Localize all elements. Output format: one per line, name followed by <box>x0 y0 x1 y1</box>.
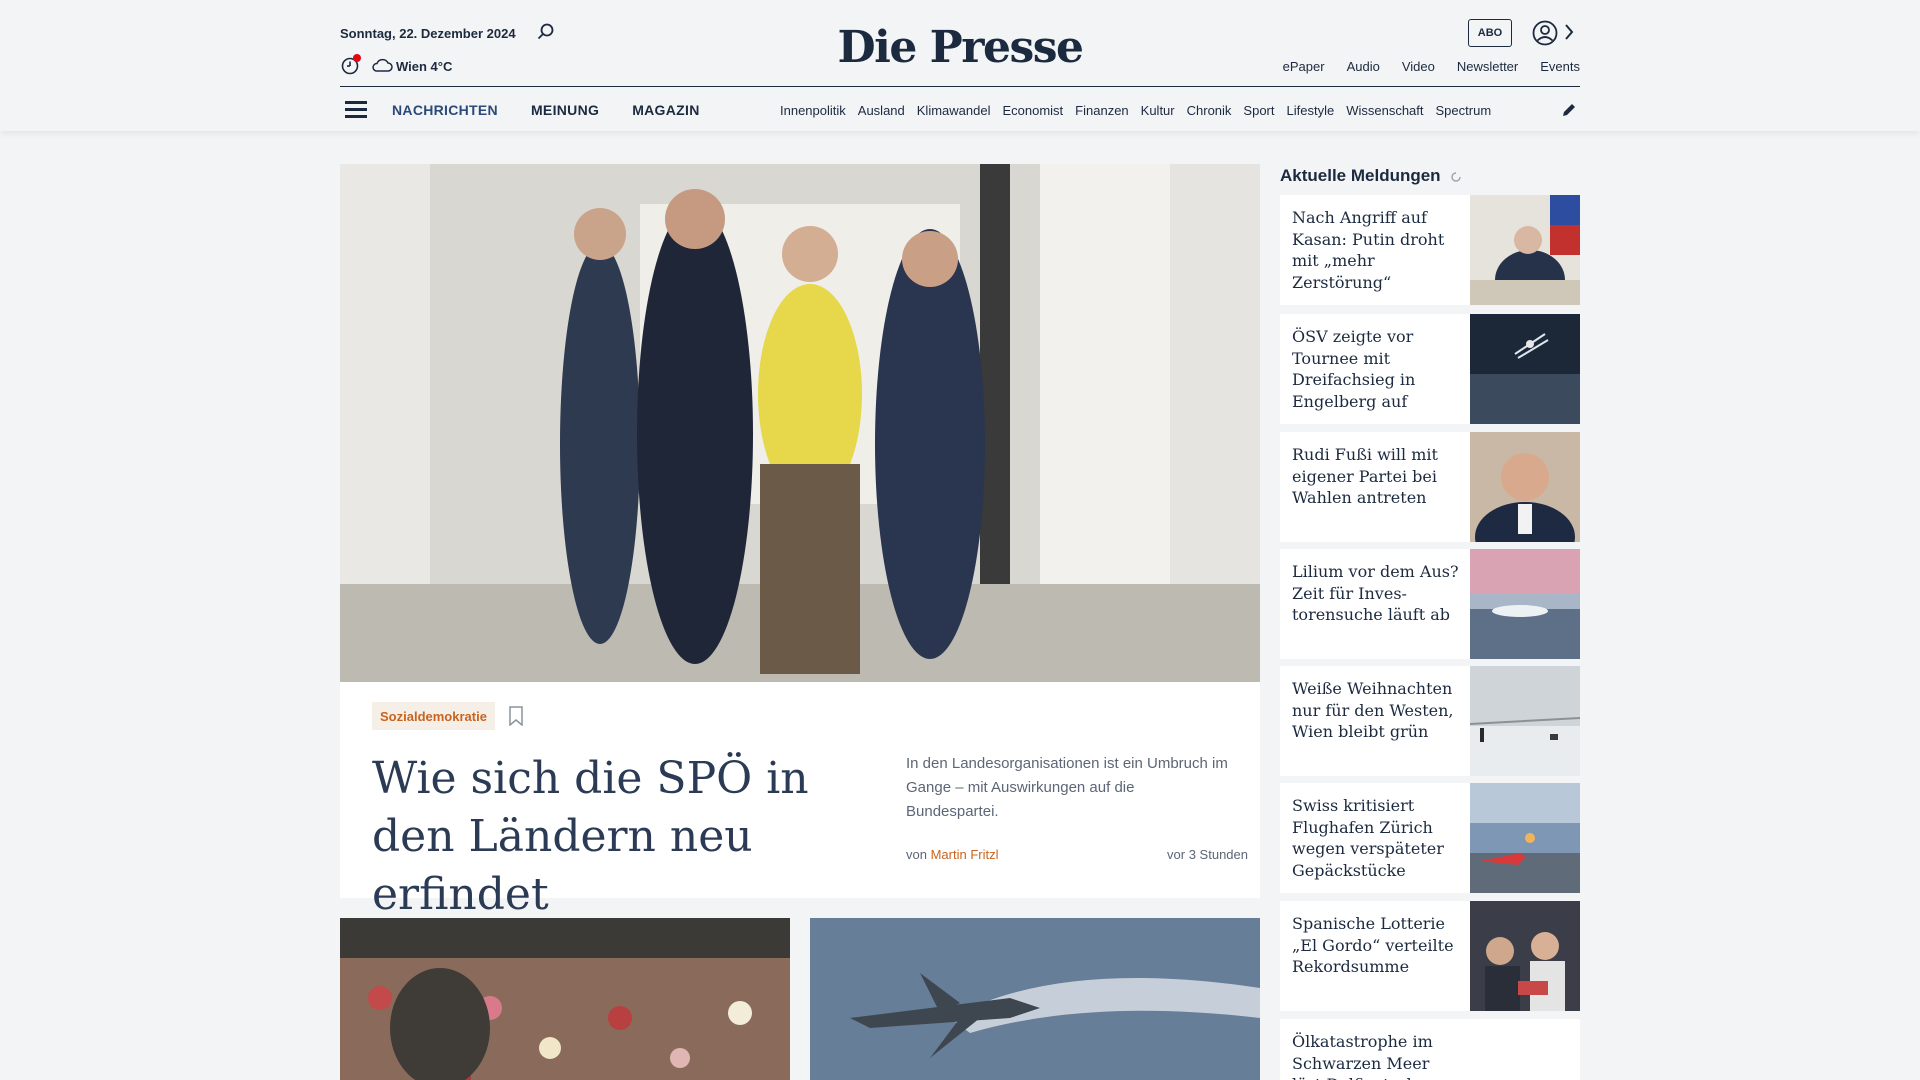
section-finanzen[interactable]: Finanzen <box>1075 103 1128 118</box>
byline-prefix: von <box>906 847 927 862</box>
news-item[interactable]: Spanische Lotterie „El Gordo“ verteilte … <box>1280 901 1580 1011</box>
hero-image[interactable] <box>340 164 1260 682</box>
news-item-thumbnail[interactable] <box>1470 666 1580 776</box>
news-item[interactable]: Weiße Weihnachten nur für den Westen, Wi… <box>1280 666 1580 776</box>
hero-headline[interactable]: Wie sich die SPÖ in den Ländern neu erfi… <box>372 750 892 924</box>
section-chronik[interactable]: Chronik <box>1187 103 1232 118</box>
nav-magazin[interactable]: MAGAZIN <box>632 102 699 118</box>
section-economist[interactable]: Economist <box>1002 103 1063 118</box>
top-links: ePaper Audio Video Newsletter Events <box>1283 59 1580 74</box>
news-item[interactable]: Rudi Fußi will mit eigener Partei bei Wa… <box>1280 432 1580 542</box>
section-lifestyle[interactable]: Lifestyle <box>1287 103 1335 118</box>
nav-meinung[interactable]: MEINUNG <box>531 102 599 118</box>
news-item-thumbnail[interactable] <box>1470 432 1580 542</box>
section-nav-fade <box>1488 96 1548 126</box>
news-item-thumbnail[interactable] <box>1470 195 1580 305</box>
news-item-title[interactable]: Rudi Fußi will mit eigener Partei bei Wa… <box>1292 444 1462 509</box>
news-item[interactable]: ÖSV zeigte vor Tournee mit Dreifachsieg … <box>1280 314 1580 424</box>
site-header: Sonntag, 22. Dezember 2024 Wien 4°C Die … <box>0 0 1920 131</box>
news-item-title[interactable]: ÖSV zeigte vor Tournee mit Dreifachsieg … <box>1292 326 1462 412</box>
article-card-jet[interactable] <box>810 918 1260 1080</box>
news-item[interactable]: Ölkatastrophe im Schwarzen Meer löst Del… <box>1280 1019 1580 1080</box>
toplink-events[interactable]: Events <box>1540 59 1580 74</box>
pencil-icon[interactable] <box>1560 101 1578 119</box>
hero-teaser: In den Landesorganisationen ist ein Umbr… <box>906 755 1228 820</box>
section-klimawandel[interactable]: Klimawandel <box>917 103 991 118</box>
news-item-title[interactable]: Weiße Weihnachten nur für den Westen, Wi… <box>1292 678 1462 743</box>
publish-time: vor 3 Stunden <box>1167 847 1248 862</box>
news-item[interactable]: Nach Angriff auf Kasan: Putin droht mit … <box>1280 195 1580 305</box>
news-item-thumbnail[interactable] <box>1470 549 1580 659</box>
news-item-title[interactable]: Ölkatastrophe im Schwarzen Meer löst Del… <box>1292 1031 1462 1080</box>
bookmark-icon[interactable] <box>508 706 524 726</box>
byline: von Martin Fritzl <box>906 847 998 862</box>
news-item[interactable]: Lilium vor dem Aus? Zeit für Inves­toren… <box>1280 549 1580 659</box>
refresh-icon <box>1451 172 1461 182</box>
section-spectrum[interactable]: Spectrum <box>1436 103 1492 118</box>
chevron-right-icon[interactable] <box>1562 22 1576 42</box>
menu-icon[interactable] <box>345 101 367 118</box>
section-kultur[interactable]: Kultur <box>1141 103 1175 118</box>
news-item-title[interactable]: Nach Angriff auf Kasan: Putin droht mit … <box>1292 207 1462 293</box>
news-item-title[interactable]: Swiss kritisiert Flughafen Zürich wegen … <box>1292 795 1462 881</box>
news-item-title[interactable]: Lilium vor dem Aus? Zeit für Inves­toren… <box>1292 561 1462 626</box>
sidebar-title: Aktuelle Meldungen <box>1280 166 1441 185</box>
author-link[interactable]: Martin Fritzl <box>931 847 999 862</box>
toplink-newsletter[interactable]: Newsletter <box>1457 59 1518 74</box>
section-ausland[interactable]: Ausland <box>858 103 905 118</box>
news-item-thumbnail[interactable] <box>1470 901 1580 1011</box>
news-item[interactable]: Swiss kritisiert Flughafen Zürich wegen … <box>1280 783 1580 893</box>
toplink-audio[interactable]: Audio <box>1347 59 1380 74</box>
toplink-video[interactable]: Video <box>1402 59 1435 74</box>
news-item-title[interactable]: Spanische Lotterie „El Gordo“ verteilte … <box>1292 913 1462 978</box>
section-innenpolitik[interactable]: Innenpolitik <box>780 103 846 118</box>
kicker-badge[interactable]: Sozialdemokratie <box>372 702 495 730</box>
abo-button[interactable]: ABO <box>1468 19 1512 47</box>
header-divider <box>340 86 1580 87</box>
article-card-memorial[interactable] <box>340 918 790 1080</box>
section-nav: Innenpolitik Ausland Klimawandel Economist F… <box>780 103 1548 118</box>
section-wissenschaft[interactable]: Wissenschaft <box>1346 103 1423 118</box>
news-item-thumbnail[interactable] <box>1470 783 1580 893</box>
hero-article[interactable]: Sozialdemokratie Wie sich die SPÖ in den… <box>340 164 1260 920</box>
news-item-thumbnail[interactable] <box>1470 314 1580 424</box>
toplink-epaper[interactable]: ePaper <box>1283 59 1325 74</box>
main-nav: NACHRICHTEN MEINUNG MAGAZIN <box>392 102 700 118</box>
section-sport[interactable]: Sport <box>1243 103 1274 118</box>
nav-nachrichten[interactable]: NACHRICHTEN <box>392 102 498 118</box>
user-account-icon[interactable] <box>1532 20 1558 46</box>
